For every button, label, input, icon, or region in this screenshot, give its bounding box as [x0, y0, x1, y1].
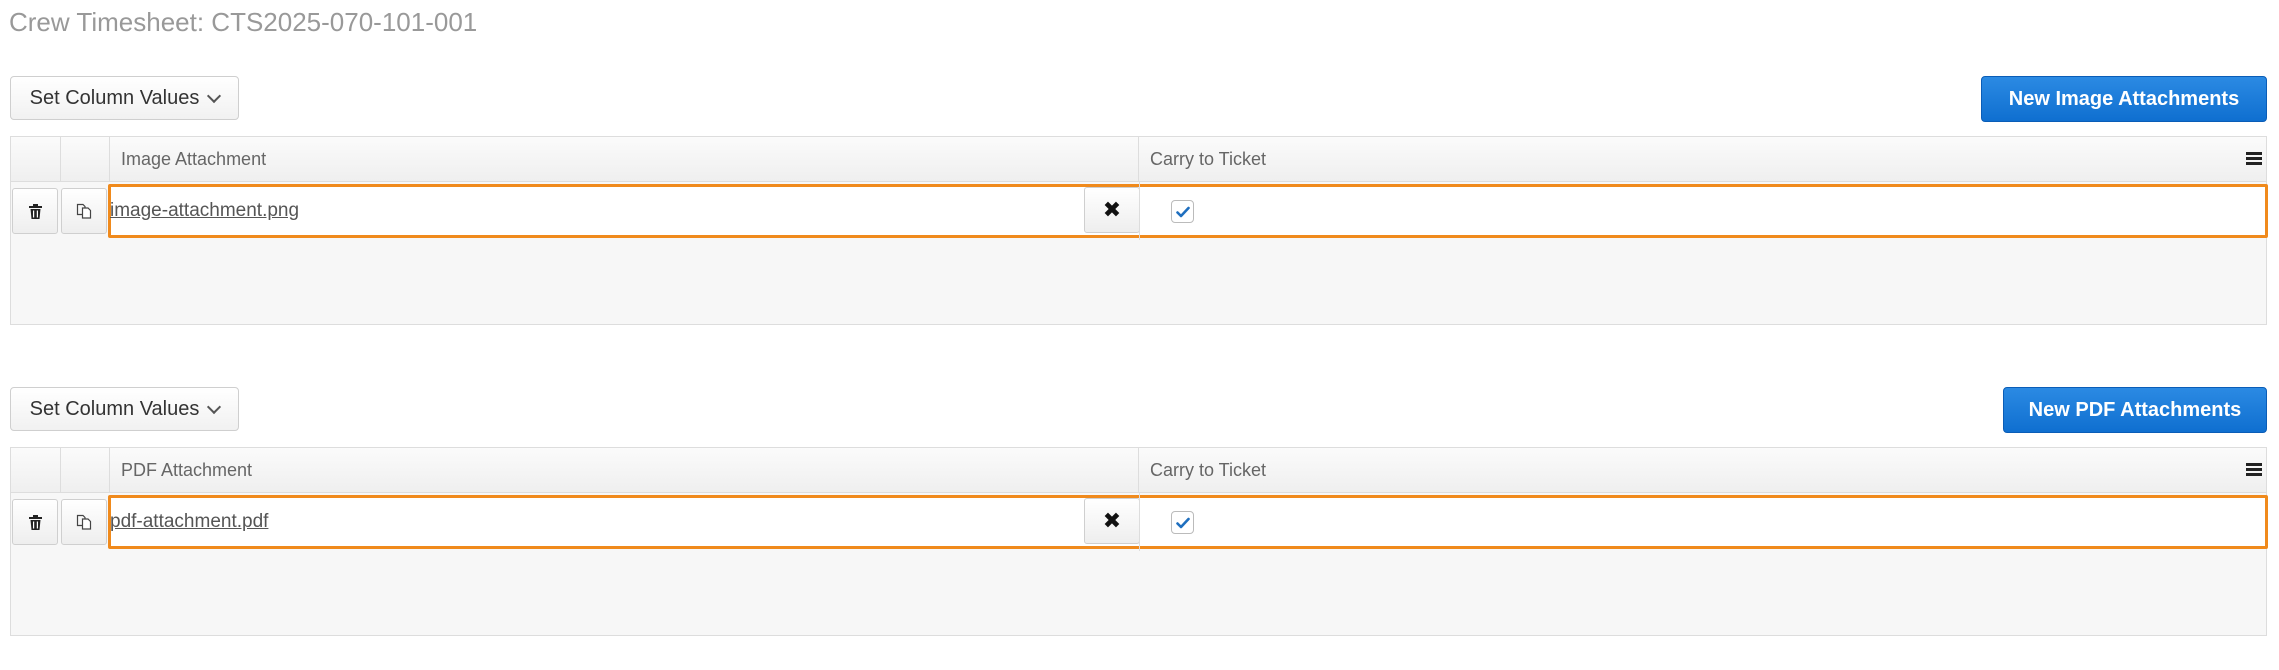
set-column-values-button[interactable]: Set Column Values — [10, 76, 239, 120]
toolbar: Set Column Values New Image Attachments — [10, 76, 2267, 136]
page: Crew Timesheet: CTS2025-070-101-001 Set … — [0, 0, 2279, 670]
pdf-attachment-link[interactable]: pdf-attachment.pdf — [110, 493, 268, 551]
header-carry-to-ticket[interactable]: Carry to Ticket — [1139, 137, 2232, 181]
image-attachments-grid: Image Attachment Carry to Ticket image-a… — [10, 136, 2268, 325]
delete-row-button[interactable] — [12, 188, 58, 234]
toolbar: Set Column Values New PDF Attachments — [10, 387, 2267, 447]
pdf-attachments-grid: PDF Attachment Carry to Ticket pdf-attac… — [10, 447, 2268, 636]
trash-icon — [28, 203, 42, 219]
header-copy-column — [61, 137, 110, 181]
header-pdf-attachment[interactable]: PDF Attachment — [110, 448, 1139, 492]
carry-to-ticket-checkbox[interactable] — [1171, 511, 1194, 534]
menu-icon[interactable] — [2246, 463, 2262, 477]
copy-icon — [76, 203, 92, 219]
checkmark-icon — [1175, 517, 1190, 528]
trash-icon — [28, 514, 42, 530]
close-icon: ✖ — [1102, 197, 1122, 222]
clear-attachment-button[interactable]: ✖ — [1084, 187, 1140, 233]
grid-header: PDF Attachment Carry to Ticket — [11, 448, 2266, 493]
copy-row-button[interactable] — [61, 188, 107, 234]
clear-attachment-button[interactable]: ✖ — [1084, 498, 1140, 544]
set-column-values-label: Set Column Values — [29, 86, 200, 109]
header-image-attachment[interactable]: Image Attachment — [110, 137, 1139, 181]
chevron-down-icon — [207, 399, 222, 414]
table-row: pdf-attachment.pdf ✖ — [11, 493, 2268, 551]
pdf-attachments-section: Set Column Values New PDF Attachments PD… — [10, 387, 2268, 636]
table-row: image-attachment.png ✖ — [11, 182, 2268, 240]
page-title: Crew Timesheet: CTS2025-070-101-001 — [9, 7, 478, 37]
header-copy-column — [61, 448, 110, 492]
chevron-down-icon — [207, 88, 222, 103]
header-carry-to-ticket[interactable]: Carry to Ticket — [1139, 448, 2232, 492]
close-icon: ✖ — [1102, 508, 1122, 533]
new-image-attachments-button[interactable]: New Image Attachments — [1981, 76, 2267, 122]
menu-icon[interactable] — [2246, 152, 2262, 166]
set-column-values-label: Set Column Values — [29, 397, 200, 420]
image-attachments-section: Set Column Values New Image Attachments … — [10, 76, 2268, 325]
new-pdf-attachments-button[interactable]: New PDF Attachments — [2003, 387, 2267, 433]
header-delete-column — [11, 448, 61, 492]
delete-row-button[interactable] — [12, 499, 58, 545]
grid-header: Image Attachment Carry to Ticket — [11, 137, 2266, 182]
column-divider — [1139, 182, 1140, 240]
column-divider — [1139, 493, 1140, 551]
image-attachment-link[interactable]: image-attachment.png — [110, 182, 299, 240]
copy-row-button[interactable] — [61, 499, 107, 545]
copy-icon — [76, 514, 92, 530]
carry-to-ticket-checkbox[interactable] — [1171, 200, 1194, 223]
checkmark-icon — [1175, 206, 1190, 217]
set-column-values-button[interactable]: Set Column Values — [10, 387, 239, 431]
header-delete-column — [11, 137, 61, 181]
